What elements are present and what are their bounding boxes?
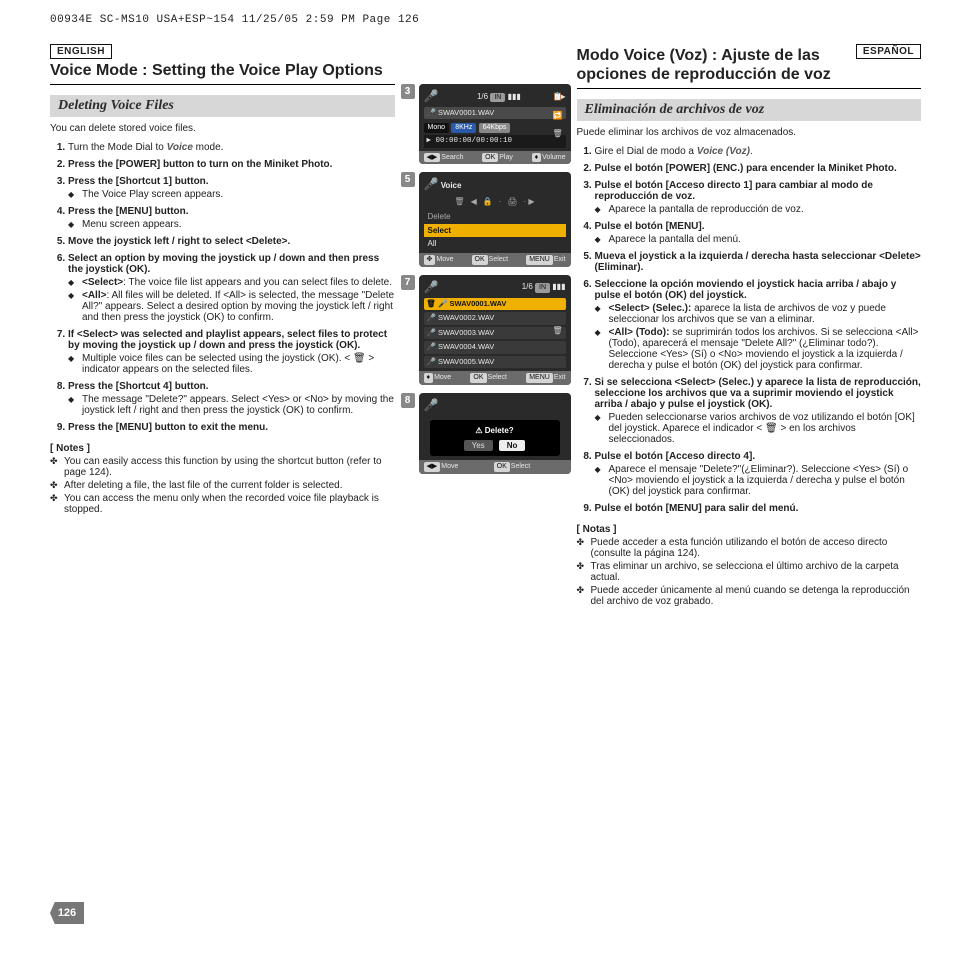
step-5: Mueva el joystick a la izquierda / derec… xyxy=(595,251,922,273)
battery-icon: ▮▮▮ xyxy=(552,281,565,292)
mic-icon: 🎤 xyxy=(424,177,439,191)
page-number: 126 xyxy=(50,902,84,924)
repeat-icon: 🔁 xyxy=(553,110,567,121)
lock-icon: 🔒 xyxy=(483,196,493,207)
notes-en: You can easily access this function by u… xyxy=(50,456,395,515)
print-slug: 00934E SC-MS10 USA+ESP~154 11/25/05 2:59… xyxy=(50,14,921,26)
step-2: Press the [POWER] button to turn on the … xyxy=(68,159,395,170)
list-icon: 📋 xyxy=(553,91,567,102)
subhead-es: Eliminación de archivos de voz xyxy=(577,99,922,121)
trash-icon: 🗑 xyxy=(553,128,567,139)
step-6: Seleccione la opción moviendo el joystic… xyxy=(595,279,922,371)
dpof-icon: 🖨 xyxy=(507,196,517,207)
mic-icon: 🎤 xyxy=(424,88,439,105)
step-3: Pulse el botón [Acceso directo 1] para c… xyxy=(595,180,922,215)
warning-icon: ⚠ xyxy=(475,426,482,435)
step-9: Pulse el botón [MENU] para salir del men… xyxy=(595,503,922,514)
step-1: Turn the Mode Dial to Voice mode. xyxy=(68,142,395,153)
notes-head-es: [ Notas ] xyxy=(577,524,922,535)
step-3: Press the [Shortcut 1] button. The Voice… xyxy=(68,176,395,200)
steps-es: Gire el Dial de modo a Voice (Voz). Puls… xyxy=(577,146,922,514)
step-7: Si se selecciona <Select> (Selec.) y apa… xyxy=(595,377,922,445)
step-6: Select an option by moving the joystick … xyxy=(68,253,395,323)
mic-icon: 🎤 xyxy=(424,279,439,296)
title-en: Voice Mode : Setting the Voice Play Opti… xyxy=(50,61,395,80)
mic-icon: 🎤 xyxy=(424,397,439,414)
trash-icon: 🗑 xyxy=(553,325,567,336)
step-4: Press the [MENU] button. Menu screen app… xyxy=(68,206,395,230)
lang-badge-es: ESPAÑOL xyxy=(856,44,921,59)
trash-icon: 🗑 xyxy=(427,299,437,308)
screenshot-7: 7 🎤 1/6 IN ▮▮▮ 🗑 🎤 SWAV0001.WAV 🎤 SWAV00… xyxy=(401,275,571,385)
subhead-en: Deleting Voice Files xyxy=(50,95,395,117)
title-es: Modo Voice (Voz) : Ajuste de las opcione… xyxy=(577,46,846,84)
intro-en: You can delete stored voice files. xyxy=(50,123,395,134)
divider xyxy=(577,88,922,89)
screenshot-8: 8 🎤 ⚠ Delete? Yes No ◀▶Move OKSelect xyxy=(401,393,571,474)
step-9: Press the [MENU] button to exit the menu… xyxy=(68,422,395,433)
step-5: Move the joystick left / right to select… xyxy=(68,236,395,247)
step-8: Press the [Shortcut 4] button. The messa… xyxy=(68,381,395,416)
step-2: Pulse el botón [POWER] (ENC.) para encen… xyxy=(595,163,922,174)
intro-es: Puede eliminar los archivos de voz almac… xyxy=(577,127,922,138)
screenshot-5: 5 🎤 Voice 🗑◀ 🔒 · 🖨 · ▶ Delete Select All… xyxy=(401,172,571,266)
trash-icon: 🗑 xyxy=(454,196,464,207)
step-8: Pulse el botón [Acceso directo 4]. Apare… xyxy=(595,451,922,497)
delete-dialog: ⚠ Delete? Yes No xyxy=(430,420,560,456)
battery-icon: ▮▮▮ xyxy=(508,91,521,102)
divider xyxy=(50,84,395,85)
step-7: If <Select> was selected and playlist ap… xyxy=(68,329,395,375)
no-button: No xyxy=(499,440,526,451)
steps-en: Turn the Mode Dial to Voice mode. Press … xyxy=(50,142,395,433)
notes-es: Puede acceder a esta función utilizando … xyxy=(577,537,922,607)
step-1: Gire el Dial de modo a Voice (Voz). xyxy=(595,146,922,157)
notes-head-en: [ Notes ] xyxy=(50,443,395,454)
step-4: Pulse el botón [MENU]. Aparece la pantal… xyxy=(595,221,922,245)
screenshot-3: 3 🎤 1/6 IN ▮▮▮ ▶ 🎤 SWAV0001.WAV Mono 8KH… xyxy=(401,84,571,164)
yes-button: Yes xyxy=(464,440,493,451)
lang-badge-en: ENGLISH xyxy=(50,44,112,59)
